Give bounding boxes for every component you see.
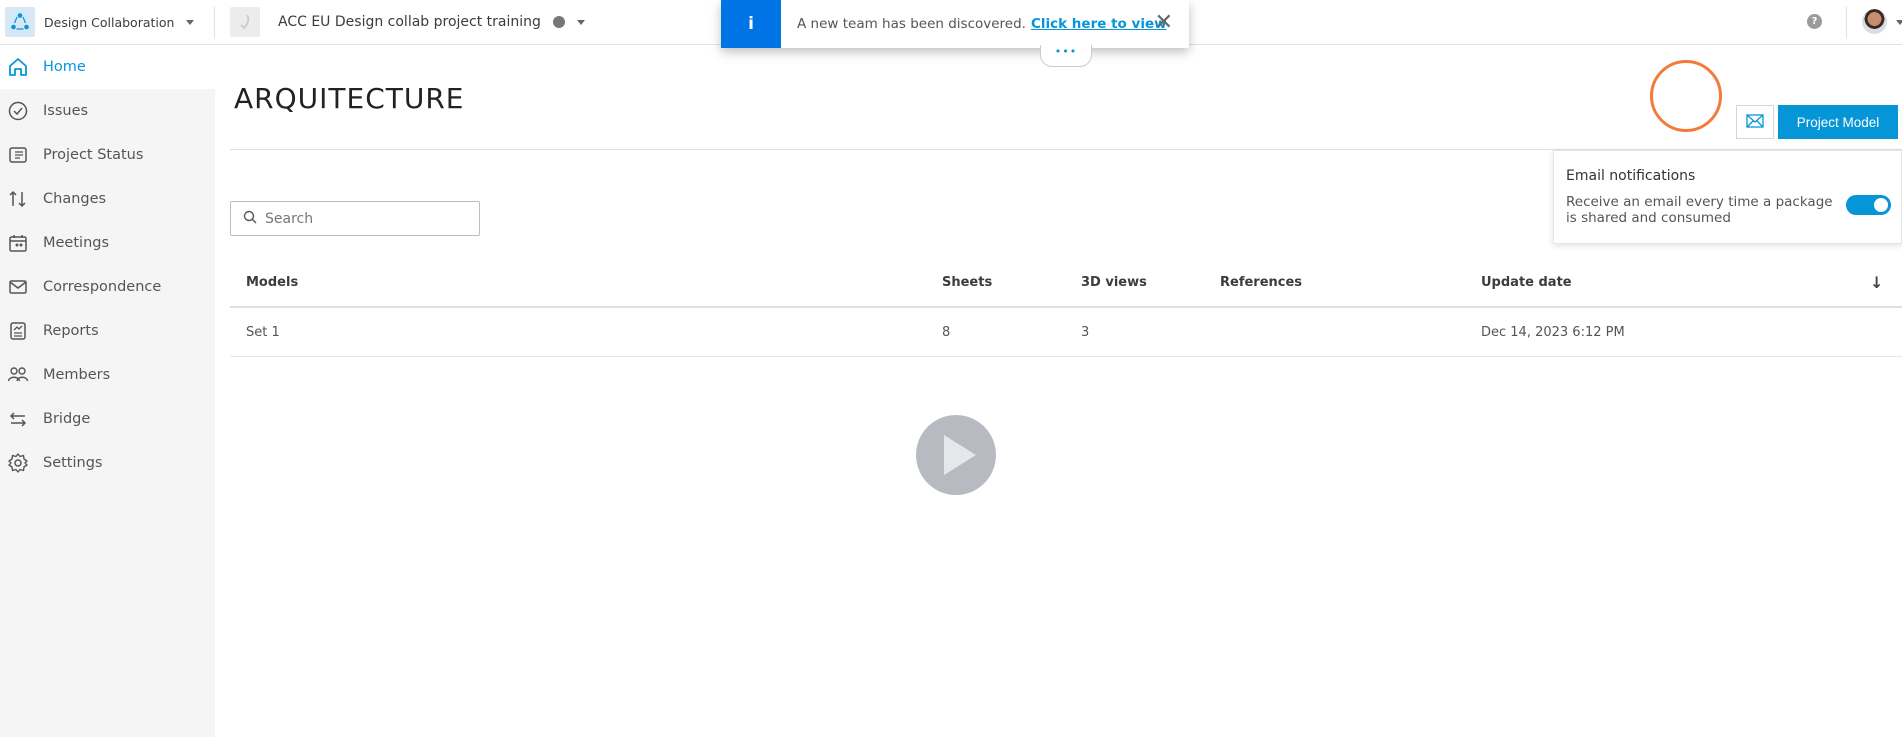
column-header-sheets[interactable]: Sheets: [942, 275, 992, 290]
sidebar-item-settings[interactable]: Settings: [0, 441, 215, 485]
email-notifications-button[interactable]: [1736, 105, 1774, 139]
popover-description: Receive an email every time a package is…: [1566, 194, 1833, 226]
email-notifications-popover: Email notifications Receive an email eve…: [1553, 150, 1902, 244]
envelope-icon: [1746, 113, 1764, 132]
sidebar-item-reports[interactable]: Reports: [0, 309, 215, 353]
chevron-down-icon: [576, 19, 585, 25]
view-team-link[interactable]: Click here to view: [1031, 16, 1167, 32]
user-avatar[interactable]: [1862, 9, 1887, 34]
column-header-references[interactable]: References: [1220, 275, 1302, 290]
sidebar-item-label: Issues: [43, 103, 89, 119]
info-icon: i: [721, 0, 781, 48]
toggle-knob: [1874, 198, 1888, 212]
project-status-icon: [7, 144, 29, 166]
update-date-cell: Dec 14, 2023 6:12 PM: [1481, 324, 1625, 340]
sidebar-item-label: Correspondence: [43, 279, 162, 295]
project-name: ACC EU Design collab project training: [278, 14, 541, 30]
changes-arrows-icon: [7, 188, 29, 210]
project-thumbnail: [230, 7, 260, 37]
sidebar-item-label: Members: [43, 367, 111, 383]
help-icon[interactable]: ?: [1807, 14, 1822, 29]
divider: [214, 6, 215, 39]
gear-icon: [7, 452, 29, 474]
project-switcher[interactable]: ACC EU Design collab project training: [230, 7, 585, 37]
page-title: ARQUITECTURE: [234, 82, 465, 115]
design-collaboration-logo-icon: [5, 7, 35, 37]
members-icon: [7, 364, 29, 386]
check-circle-icon: [7, 100, 29, 122]
chevron-down-icon: [186, 19, 195, 25]
sidebar-item-label: Bridge: [43, 411, 91, 427]
sort-arrow-down-icon[interactable]: ↓: [1870, 273, 1883, 292]
sidebar-item-issues[interactable]: Issues: [0, 89, 215, 133]
play-icon: [944, 435, 976, 475]
sidebar-item-label: Settings: [43, 455, 103, 471]
sidebar-item-project-status[interactable]: Project Status: [0, 133, 215, 177]
popover-title: Email notifications: [1566, 168, 1696, 184]
app-switcher[interactable]: Design Collaboration: [5, 7, 195, 37]
project-model-button[interactable]: Project Model: [1778, 105, 1898, 139]
sidebar-item-label: Home: [43, 59, 86, 75]
column-header-update-date[interactable]: Update date: [1481, 275, 1572, 290]
search-icon: [243, 209, 257, 228]
column-header-3d-views[interactable]: 3D views: [1081, 275, 1147, 290]
sidebar-item-label: Changes: [43, 191, 107, 207]
sidebar-item-label: Reports: [43, 323, 99, 339]
globe-icon: [552, 16, 565, 28]
sidebar-item-home[interactable]: Home: [0, 45, 215, 89]
search-input[interactable]: [265, 210, 465, 227]
sidebar-item-correspondence[interactable]: Correspondence: [0, 265, 215, 309]
email-notifications-toggle[interactable]: [1846, 195, 1891, 215]
sheets-cell: 8: [942, 324, 951, 340]
column-header-models[interactable]: Models: [246, 275, 298, 290]
more-options-tab[interactable]: •••: [1040, 45, 1092, 67]
models-table: Models Sheets 3D views References Update…: [230, 259, 1902, 357]
cursor-highlight: [1650, 60, 1722, 132]
3d-views-cell: 3: [1081, 324, 1090, 340]
chevron-down-icon[interactable]: [1896, 20, 1902, 25]
sidebar-item-bridge[interactable]: Bridge: [0, 397, 215, 441]
notification-banner: i A new team has been discovered. Click …: [721, 0, 1189, 48]
video-play-button[interactable]: [916, 415, 996, 495]
model-name-cell[interactable]: Set 1: [246, 325, 280, 340]
meetings-calendar-icon: [7, 232, 29, 254]
table-header-row: Models Sheets 3D views References Update…: [230, 259, 1902, 308]
sidebar-item-meetings[interactable]: Meetings: [0, 221, 215, 265]
home-icon: [7, 56, 29, 78]
close-icon[interactable]: ✕: [1155, 10, 1173, 35]
sidebar-item-changes[interactable]: Changes: [0, 177, 215, 221]
sidebar-item-members[interactable]: Members: [0, 353, 215, 397]
sidebar: Home Issues Project Status Changes Meeti…: [0, 45, 215, 737]
search-field[interactable]: [230, 201, 480, 236]
bridge-arrows-icon: [7, 408, 29, 430]
reports-icon: [7, 320, 29, 342]
sidebar-item-label: Project Status: [43, 147, 144, 163]
banner-message: A new team has been discovered.: [797, 16, 1026, 32]
table-row[interactable]: Set 1 8 3 Dec 14, 2023 6:12 PM: [230, 308, 1902, 357]
envelope-icon: [7, 276, 29, 298]
divider: [1846, 6, 1847, 39]
app-name: Design Collaboration: [44, 14, 175, 30]
sidebar-item-label: Meetings: [43, 235, 110, 251]
